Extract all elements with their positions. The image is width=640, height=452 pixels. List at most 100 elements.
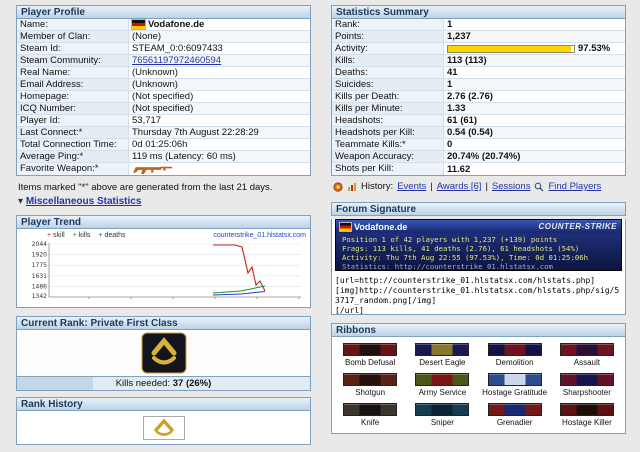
ribbon-label: Desert Eagle	[419, 358, 466, 367]
stats-value: 20.74% (20.74%)	[444, 151, 625, 162]
signature-line: Statistics: http://counterstrike_01.hlst…	[342, 262, 553, 271]
player-trend-body: + skill + kills + deaths counterstrike_0…	[16, 229, 311, 308]
stats-row-headshots-per-kill: Headshots per Kill: 0.54 (0.54)	[332, 127, 625, 139]
stats-row-deaths: Deaths: 41	[332, 67, 625, 79]
rank-history-image	[142, 415, 185, 440]
stats-value: 1.33	[444, 103, 625, 114]
stats-label: Kills per Death:	[332, 91, 444, 102]
y-tick: 1342	[32, 293, 47, 300]
misc-statistics-row: ▾ Miscellaneous Statistics	[16, 194, 311, 209]
stats-row-suicides: Suicides: 1	[332, 79, 625, 91]
stats-value: 0	[444, 139, 625, 150]
signature-player-name: Vodafone.de	[339, 221, 407, 232]
ribbon-image	[559, 343, 614, 356]
player-trend-chart: 2044 1920 1775 1631 1486 1342	[32, 241, 301, 300]
profile-row-clan: Member of Clan: (None)	[17, 31, 310, 43]
left-column: Player Profile Name: Vodafone.de Member …	[16, 5, 311, 452]
stats-value: 97.53%	[444, 43, 625, 54]
profile-label: Total Connection Time:	[17, 139, 129, 150]
y-tick: 2044	[32, 241, 47, 248]
profile-value	[129, 163, 310, 175]
stats-row-teammate-kills: Teammate Kills:* 0	[332, 139, 625, 151]
profile-label: Homepage:	[17, 91, 129, 102]
current-rank-header: Current Rank: Private First Class	[16, 316, 311, 330]
stats-row-activity: Activity: 97.53%	[332, 43, 625, 55]
ribbon-image	[343, 343, 398, 356]
profile-row-ping: Average Ping:* 119 ms (Latency: 60 ms)	[17, 151, 310, 163]
ribbon-item: Sniper	[406, 403, 478, 427]
legend-skill: + skill	[47, 232, 65, 239]
ribbons-header: Ribbons	[331, 323, 626, 337]
signature-banner: Vodafone.de COUNTER-STRIKE	[336, 220, 621, 233]
stats-value: 11.62	[444, 163, 625, 175]
profile-value: Vodafone.de	[129, 19, 310, 30]
rank-history-body	[16, 411, 311, 445]
legend-deaths: + deaths	[98, 232, 125, 239]
y-tick: 1486	[32, 283, 47, 290]
separator: |	[485, 181, 488, 192]
misc-statistics-link[interactable]: Miscellaneous Statistics	[26, 196, 142, 207]
ribbons-panel: Ribbons Bomb Defusal Desert Eagle Demoli…	[331, 323, 626, 434]
stats-label: Headshots:	[332, 115, 444, 126]
profile-label: Favorite Weapon:*	[17, 163, 129, 175]
forum-signature-body: Vodafone.de COUNTER-STRIKE Position 1 of…	[331, 219, 626, 315]
ribbon-item: Hostage Killer	[551, 403, 623, 427]
german-flag-icon	[339, 221, 352, 232]
page: Player Profile Name: Vodafone.de Member …	[0, 0, 640, 452]
counter-strike-logo: COUNTER-STRIKE	[538, 222, 617, 231]
legend-skill-label: skill	[53, 232, 65, 239]
find-players-link[interactable]: Find Players	[548, 181, 601, 192]
chart-watermark: counterstrike_01.hlstatsx.com	[213, 232, 306, 239]
ribbon-label: Army Service	[418, 388, 467, 397]
signature-bbcode-field[interactable]: [url=http://counterstrike_01.hlstatsx.co…	[332, 274, 625, 314]
kills-needed-bar: Kills needed: 37 (26%)	[17, 376, 310, 390]
ribbon-label: Hostage Killer	[561, 418, 612, 427]
legend-kills-label: kills	[78, 232, 91, 239]
legend-items: + skill + kills + deaths	[47, 232, 126, 239]
ribbon-item: Bomb Defusal	[334, 343, 406, 367]
stats-label: Teammate Kills:*	[332, 139, 444, 150]
history-events-link[interactable]: Events	[397, 181, 426, 192]
stats-value: 2.76 (2.76)	[444, 91, 625, 102]
profile-label: Average Ping:*	[17, 151, 129, 162]
pfc-insignia-icon	[141, 332, 186, 374]
stats-row-headshots: Headshots: 61 (61)	[332, 115, 625, 127]
medal-icon	[333, 181, 343, 192]
profile-label: Email Address:	[17, 79, 129, 90]
magnifier-icon	[535, 182, 544, 191]
profile-value: 119 ms (Latency: 60 ms)	[129, 151, 310, 162]
signature-image: Vodafone.de COUNTER-STRIKE Position 1 of…	[335, 219, 622, 271]
stats-label: Headshots per Kill:	[332, 127, 444, 138]
ribbon-label: Knife	[361, 418, 380, 427]
player-name: Vodafone.de	[148, 19, 205, 30]
history-sessions-link[interactable]: Sessions	[492, 181, 531, 192]
ribbon-image	[415, 343, 470, 356]
y-tick: 1775	[32, 262, 47, 269]
ribbon-label: Hostage Gratitude	[482, 388, 548, 397]
profile-row-email: Email Address: (Unknown)	[17, 79, 310, 91]
profile-value: (Unknown)	[129, 79, 310, 90]
stats-value: 1	[444, 19, 625, 30]
stats-value: 0.54 (0.54)	[444, 127, 625, 138]
profile-row-homepage: Homepage: (Not specified)	[17, 91, 310, 103]
profile-value: 76561197972460594	[129, 55, 310, 66]
steam-community-link[interactable]: 76561197972460594	[132, 55, 221, 66]
history-label: History:	[361, 181, 394, 192]
stats-row-kills-per-death: Kills per Death: 2.76 (2.76)	[332, 91, 625, 103]
statistics-summary-table: Rank: 1 Points: 1,237 Activity: 97.53% K…	[331, 19, 626, 176]
history-awards-link[interactable]: Awards [6]	[437, 181, 482, 192]
ribbon-label: Demolition	[495, 358, 534, 367]
stats-label: Shots per Kill:	[332, 163, 444, 175]
stats-value: 113 (113)	[444, 55, 625, 66]
stats-label: Kills per Minute:	[332, 103, 444, 114]
ribbon-label: Bomb Defusal	[345, 358, 396, 367]
signature-line: Activity: Thu 7th Aug 22:55 (97.53%), Ti…	[342, 253, 589, 262]
player-trend-header: Player Trend	[16, 215, 311, 229]
stats-label: Deaths:	[332, 67, 444, 78]
stats-label: Points:	[332, 31, 444, 42]
ribbon-item: Shotgun	[334, 373, 406, 397]
ribbon-item: Demolition	[479, 343, 551, 367]
ribbon-item: Sharpshooter	[551, 373, 623, 397]
ribbon-item: Army Service	[406, 373, 478, 397]
german-flag-icon	[131, 19, 146, 30]
